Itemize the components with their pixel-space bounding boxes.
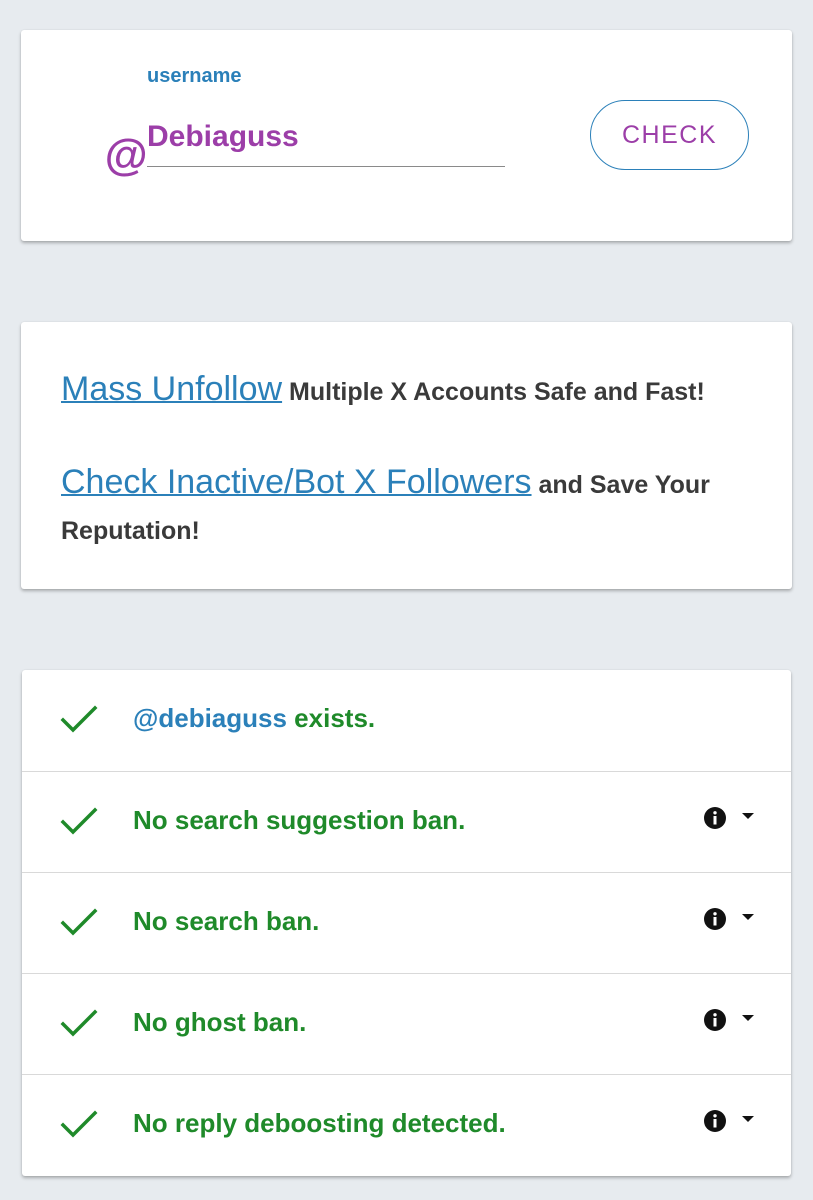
promo-line-mass-unfollow: Mass Unfollow Multiple X Accounts Safe a…	[61, 366, 761, 415]
caret-down-icon[interactable]	[741, 1014, 755, 1022]
promo-text-mass-unfollow: Multiple X Accounts Safe and Fast!	[282, 378, 705, 406]
checkmark-icon	[60, 807, 98, 835]
check-button[interactable]: CHECK	[590, 100, 749, 170]
result-row-search-suggestion-ban[interactable]: No search suggestion ban.	[22, 771, 791, 872]
result-exists-suffix: exists.	[286, 703, 376, 733]
check-inactive-followers-link[interactable]: Check Inactive/Bot X Followers	[61, 463, 532, 501]
result-row-reply-deboosting[interactable]: No reply deboosting detected.	[22, 1074, 791, 1175]
info-icon[interactable]	[703, 1008, 727, 1032]
username-label: username	[147, 65, 242, 87]
info-icon[interactable]	[703, 1109, 727, 1133]
checkmark-icon	[60, 908, 98, 936]
checkmark-icon	[60, 1110, 98, 1138]
promo-card: Mass Unfollow Multiple X Accounts Safe a…	[21, 322, 792, 589]
info-icon[interactable]	[703, 806, 727, 830]
caret-down-icon[interactable]	[741, 812, 755, 820]
results-card: @debiaguss exists. No search suggestion …	[22, 670, 791, 1176]
result-text-search-ban: No search ban.	[133, 906, 320, 936]
result-username: @debiaguss	[133, 703, 287, 733]
result-text-ghost-ban: No ghost ban.	[133, 1007, 307, 1037]
info-icon[interactable]	[703, 907, 727, 931]
caret-down-icon[interactable]	[741, 1115, 755, 1123]
result-text-search-suggestion-ban: No search suggestion ban.	[133, 805, 466, 835]
checkmark-icon	[60, 1009, 98, 1037]
username-search-card: @ username CHECK	[21, 30, 792, 241]
result-row-ghost-ban[interactable]: No ghost ban.	[22, 973, 791, 1074]
result-text-exists: @debiaguss exists.	[133, 703, 375, 734]
result-text-reply-deboosting: No reply deboosting detected.	[133, 1108, 506, 1138]
at-sign-icon: @	[104, 131, 147, 180]
result-row-search-ban[interactable]: No search ban.	[22, 872, 791, 973]
caret-down-icon[interactable]	[741, 913, 755, 921]
checkmark-icon	[60, 705, 98, 733]
username-input[interactable]	[147, 108, 505, 167]
mass-unfollow-link[interactable]: Mass Unfollow	[61, 370, 282, 408]
promo-line-inactive-followers: Check Inactive/Bot X Followers and Save …	[61, 459, 761, 554]
result-row-exists: @debiaguss exists.	[22, 670, 791, 770]
